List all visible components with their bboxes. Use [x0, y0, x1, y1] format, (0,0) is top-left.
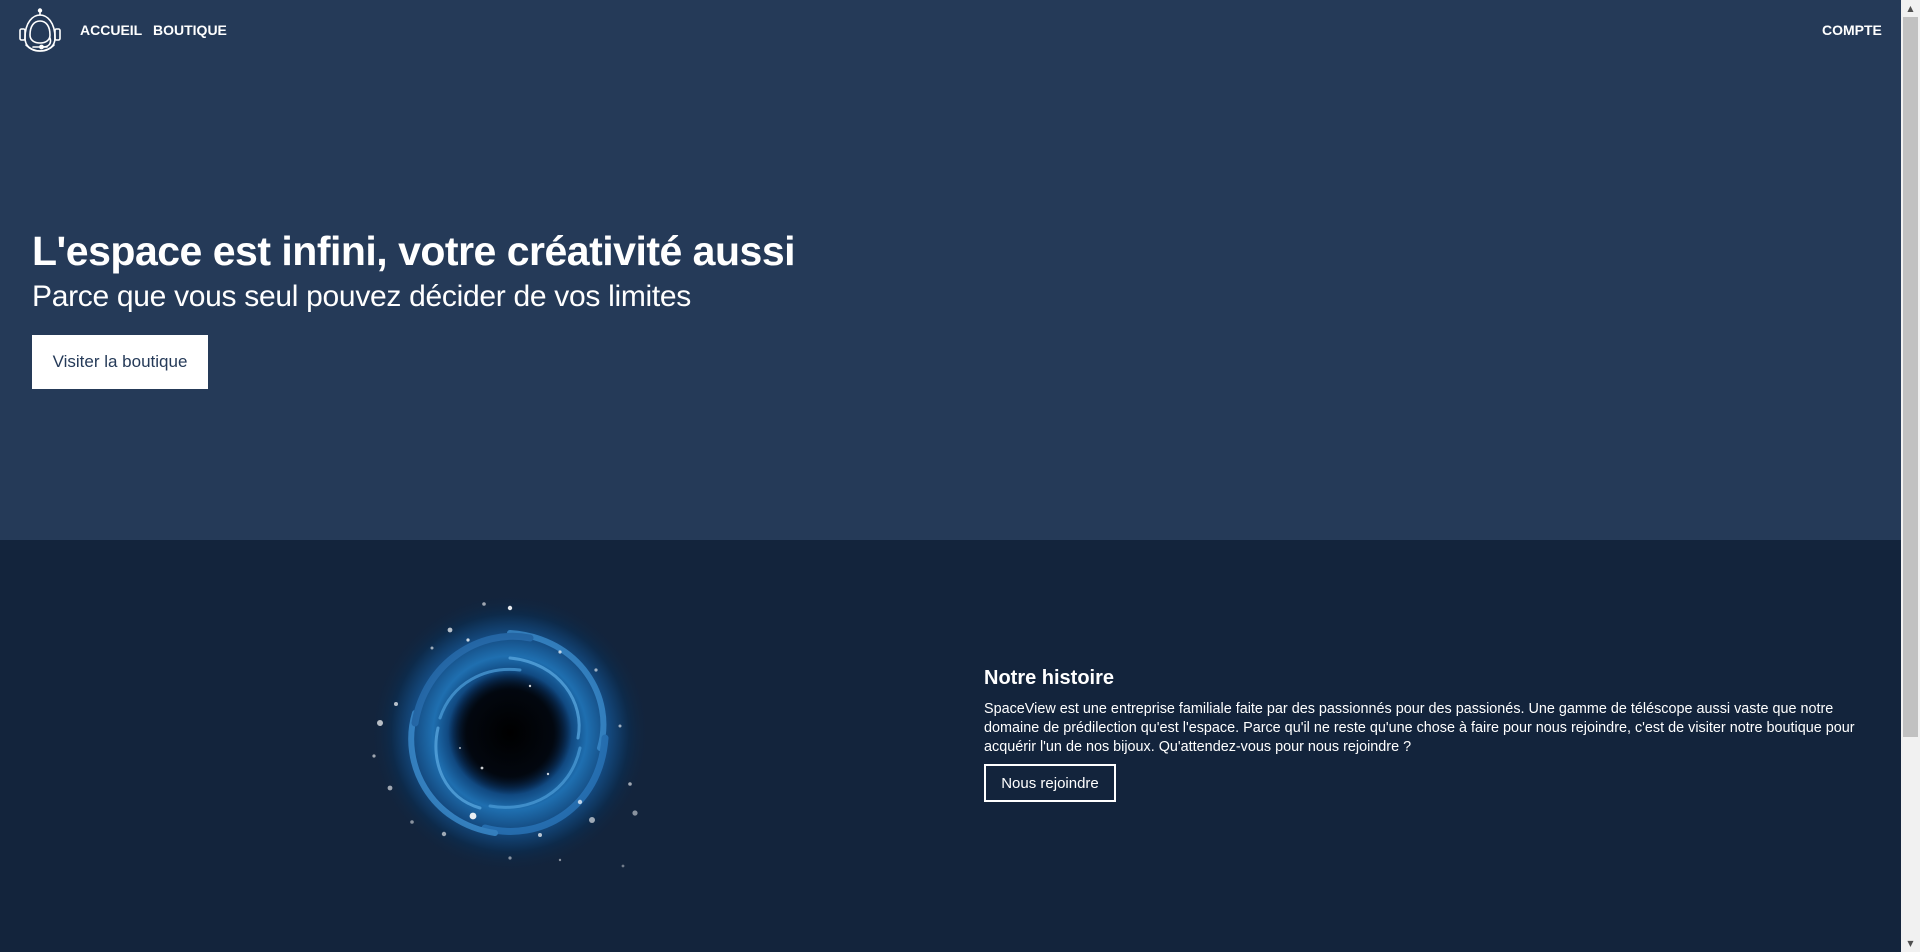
story-title: Notre histoire — [984, 667, 1115, 689]
join-us-button[interactable]: Nous rejoindre — [984, 764, 1116, 802]
story-text: SpaceView est une entreprise familiale f… — [984, 701, 1855, 755]
scroll-up-arrow-icon[interactable]: ▲ — [1901, 0, 1920, 17]
scrollbar-thumb[interactable] — [1903, 17, 1918, 737]
nav-link-compte[interactable]: COMPTE — [1822, 22, 1882, 38]
hero-section: ACCUEIL BOUTIQUE COMPTE L'espace est inf… — [0, 0, 1901, 540]
navbar: ACCUEIL BOUTIQUE COMPTE — [0, 0, 1901, 64]
astronaut-helmet-icon[interactable] — [16, 8, 64, 56]
vertical-scrollbar[interactable]: ▲ ▼ — [1901, 0, 1920, 952]
page: ACCUEIL BOUTIQUE COMPTE L'espace est inf… — [0, 0, 1901, 952]
hero-title: L'espace est infini, votre créativité au… — [32, 228, 796, 274]
scroll-down-arrow-icon[interactable]: ▼ — [1901, 935, 1920, 952]
visit-shop-button[interactable]: Visiter la boutique — [32, 335, 208, 389]
nav-link-boutique[interactable]: BOUTIQUE — [153, 22, 227, 38]
nav-link-accueil[interactable]: ACCUEIL — [80, 22, 142, 38]
black-hole-image — [370, 593, 650, 873]
hero-subtitle: Parce que vous seul pouvez décider de vo… — [32, 280, 691, 313]
